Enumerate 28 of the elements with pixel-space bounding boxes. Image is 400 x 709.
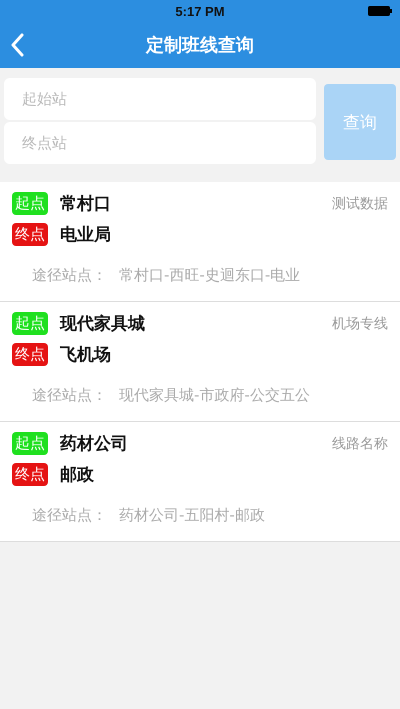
via-stations: 药材公司-五阳村-邮政 — [119, 506, 265, 525]
route-tag: 机场专线 — [332, 314, 388, 332]
stop-name: 邮政 — [60, 464, 95, 486]
stop-name: 电业局 — [60, 224, 112, 246]
battery-icon — [368, 6, 392, 16]
stop-name: 飞机场 — [60, 344, 112, 366]
via-stations: 常村口-西旺-史迴东口-电业 — [119, 266, 300, 285]
route-tag: 线路名称 — [332, 434, 388, 452]
status-time: 5:17 PM — [175, 4, 225, 18]
route-card[interactable]: 起点 药材公司 线路名称 终点 邮政 途径站点： 药材公司-五阳村-邮政 — [0, 422, 400, 542]
stop-badge: 终点 — [12, 223, 48, 246]
back-icon[interactable] — [10, 33, 24, 57]
via-label: 途径站点： — [32, 506, 107, 525]
route-card[interactable]: 起点 常村口 测试数据 终点 电业局 途径站点： 常村口-西旺-史迴东口-电业 — [0, 182, 400, 302]
stop-name: 药材公司 — [60, 433, 129, 455]
stop-name: 现代家具城 — [60, 313, 146, 335]
via-label: 途径站点： — [32, 266, 107, 285]
stop-badge: 起点 — [12, 432, 48, 455]
stop-badge: 起点 — [12, 192, 48, 215]
via-label: 途径站点： — [32, 386, 107, 405]
stop-name: 常村口 — [60, 193, 112, 215]
via-stations: 现代家具城-市政府-公交五公 — [119, 386, 310, 405]
route-tag: 测试数据 — [332, 194, 388, 212]
stop-badge: 终点 — [12, 463, 48, 486]
stop-badge: 终点 — [12, 343, 48, 366]
route-card[interactable]: 起点 现代家具城 机场专线 终点 飞机场 途径站点： 现代家具城-市政府-公交五公 — [0, 302, 400, 422]
nav-title: 定制班线查询 — [146, 34, 254, 57]
stop-badge: 起点 — [12, 312, 48, 335]
